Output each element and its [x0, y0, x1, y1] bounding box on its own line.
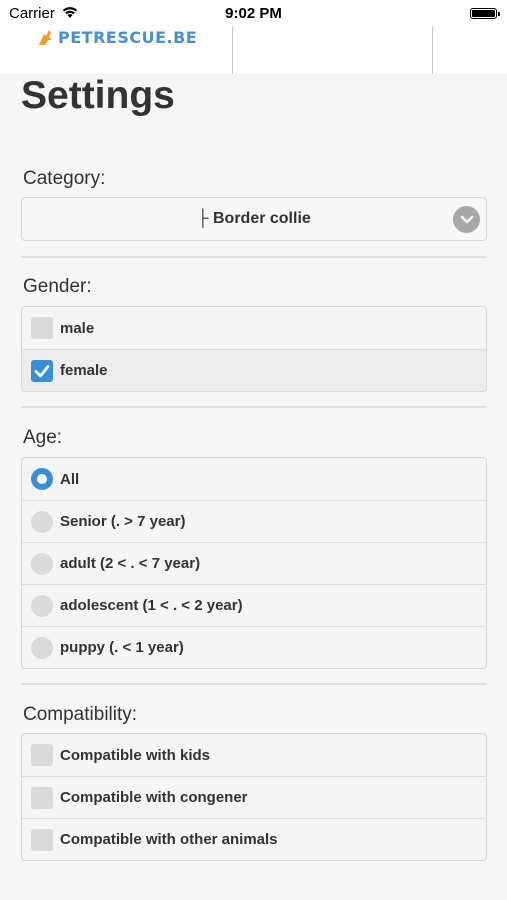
category-select[interactable]: ├ Border collie — [21, 197, 487, 241]
option-label: Compatible with congener — [60, 789, 248, 806]
checkbox-checked[interactable] — [31, 360, 53, 382]
option-label: adolescent (1 < . < 2 year) — [60, 597, 243, 614]
gender-options: male female — [21, 306, 487, 392]
radio[interactable] — [31, 595, 53, 617]
section-divider — [21, 683, 487, 685]
option-label: Senior (. > 7 year) — [60, 513, 186, 530]
option-label: puppy (. < 1 year) — [60, 639, 184, 656]
chevron-down-icon — [453, 206, 480, 233]
age-options: All Senior (. > 7 year) adult (2 < . < 7… — [21, 457, 487, 669]
checkbox[interactable] — [31, 744, 53, 766]
option-label: Compatible with other animals — [60, 831, 278, 848]
age-option-adult[interactable]: adult (2 < . < 7 year) — [22, 542, 486, 584]
app-logo[interactable]: PETRESCUE.BE — [37, 27, 197, 47]
gender-option-female[interactable]: female — [22, 349, 486, 391]
option-label: female — [60, 362, 108, 379]
age-option-puppy[interactable]: puppy (. < 1 year) — [22, 626, 486, 668]
checkmark-icon — [34, 365, 50, 378]
compat-option-congener[interactable]: Compatible with congener — [22, 776, 486, 818]
compatibility-label: Compatibility: — [23, 704, 138, 725]
option-label: adult (2 < . < 7 year) — [60, 555, 201, 572]
checkbox[interactable] — [31, 787, 53, 809]
age-option-all[interactable]: All — [22, 458, 486, 500]
logo-text: PETRESCUE.BE — [58, 27, 198, 47]
compat-option-other-animals[interactable]: Compatible with other animals — [22, 818, 486, 860]
clock: 9:02 PM — [225, 5, 282, 22]
radio-selected[interactable] — [31, 468, 53, 490]
gender-option-male[interactable]: male — [22, 307, 486, 349]
checkbox[interactable] — [31, 317, 53, 339]
radio[interactable] — [31, 511, 53, 533]
compat-option-kids[interactable]: Compatible with kids — [22, 734, 486, 776]
age-option-adolescent[interactable]: adolescent (1 < . < 2 year) — [22, 584, 486, 626]
status-bar: Carrier 9:02 PM — [0, 0, 507, 26]
page-title: Settings — [21, 74, 175, 117]
option-label: male — [60, 319, 95, 337]
compatibility-options: Compatible with kids Compatible with con… — [21, 733, 487, 861]
radio[interactable] — [31, 637, 53, 659]
section-divider — [21, 256, 487, 258]
section-divider — [21, 406, 487, 408]
battery-icon — [470, 8, 500, 19]
checkbox[interactable] — [31, 829, 53, 851]
age-label: Age: — [23, 427, 63, 448]
gender-label: Gender: — [23, 276, 92, 297]
category-selected-value: ├ Border collie — [197, 210, 311, 227]
category-label: Category: — [23, 168, 106, 189]
option-label: All — [60, 470, 80, 488]
dog-logo-icon — [39, 30, 52, 45]
age-option-senior[interactable]: Senior (. > 7 year) — [22, 500, 486, 542]
radio[interactable] — [31, 553, 53, 575]
option-label: Compatible with kids — [60, 746, 211, 764]
